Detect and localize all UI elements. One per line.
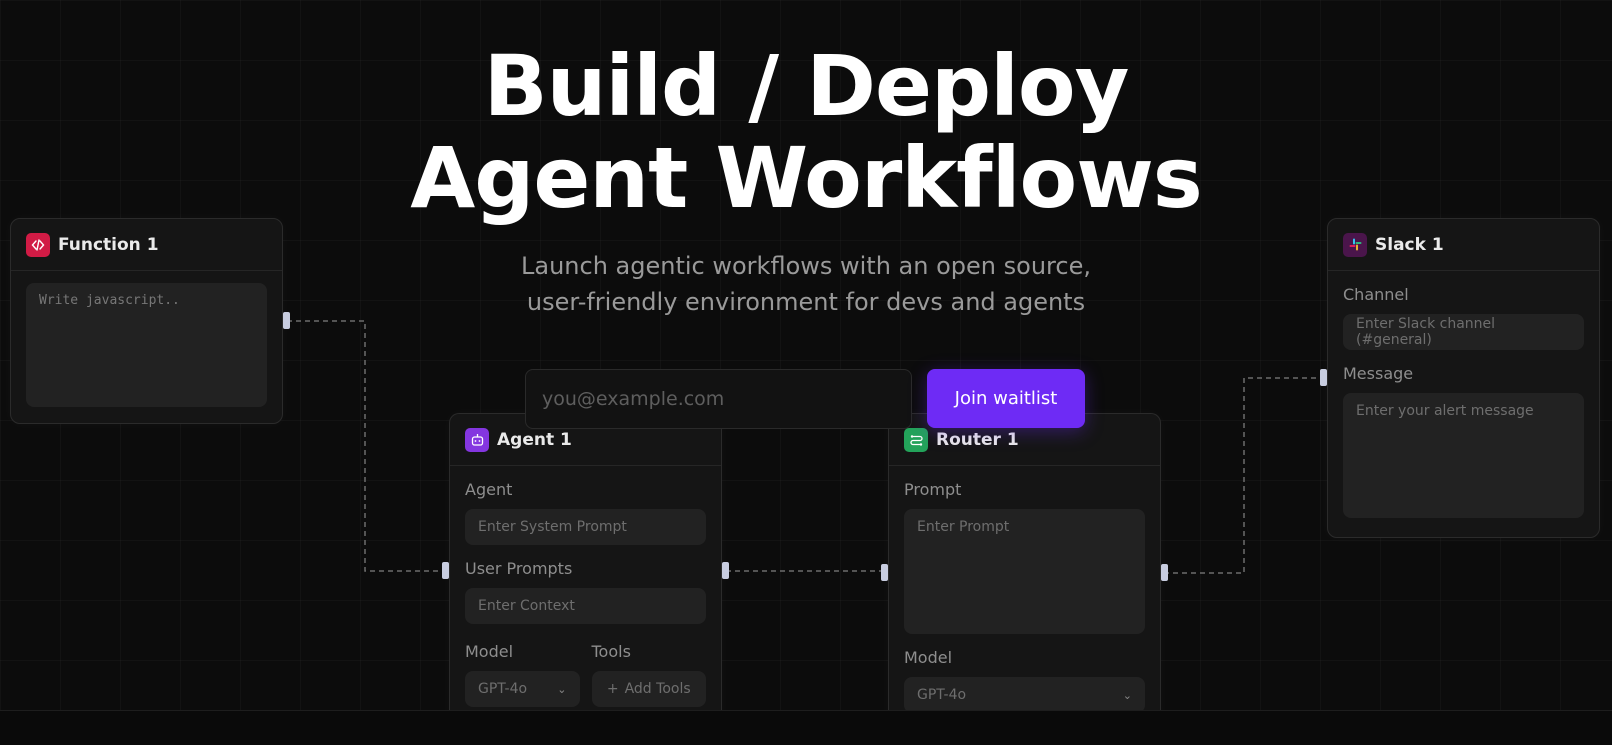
bottom-bar [0,710,1612,745]
router-input-port[interactable] [881,564,888,581]
user-prompts-label: User Prompts [465,559,573,578]
route-icon [904,427,928,452]
model-label: Model [465,642,514,661]
router-prompt-input[interactable]: Enter Prompt [904,509,1145,634]
agent-node-title: Agent 1 [497,429,572,450]
hero-subtitle-line2: user-friendly environment for devs and a… [526,288,1086,316]
connector-function-agent [287,320,444,572]
function-code-editor[interactable]: Write javascript.. [26,283,267,407]
context-input[interactable]: Enter Context [465,588,706,624]
router-node[interactable]: Router 1 Prompt Enter Prompt Model GPT-4… [888,413,1161,733]
agent-node[interactable]: Agent 1 Agent Enter System Prompt User P… [449,413,722,733]
agent-input-port[interactable] [442,562,449,579]
router-model-select[interactable]: GPT-4o ⌄ [904,677,1145,713]
router-model-label: Model [904,648,953,667]
add-tools-button[interactable]: + Add Tools [591,671,706,707]
chevron-down-icon: ⌄ [557,682,567,696]
model-select-value: GPT-4o [478,681,528,697]
function-node[interactable]: Function 1 Write javascript.. [10,218,283,424]
hero-title: Build / Deploy Agent Workflows [306,40,1306,224]
function-output-port[interactable] [283,312,290,329]
function-node-title: Function 1 [58,234,159,255]
agent-label: Agent [465,480,513,499]
slack-icon [1343,232,1367,257]
email-input[interactable] [525,369,912,429]
plus-icon: + [606,681,619,697]
slack-node-title: Slack 1 [1375,234,1444,255]
slack-node-header[interactable]: Slack 1 [1328,219,1599,271]
hero-subtitle: Launch agentic workflows with an open so… [456,248,1156,320]
channel-label: Channel [1343,285,1409,304]
slack-message-input[interactable]: Enter your alert message [1343,393,1584,518]
agent-output-port[interactable] [722,562,729,579]
router-node-title: Router 1 [936,429,1019,450]
chevron-down-icon: ⌄ [1122,688,1132,702]
model-select[interactable]: GPT-4o ⌄ [465,671,580,707]
slack-input-port[interactable] [1320,369,1327,386]
prompt-label: Prompt [904,480,962,499]
tools-label: Tools [591,642,631,661]
hero-subtitle-line1: Launch agentic workflows with an open so… [521,252,1091,280]
code-icon [26,232,50,257]
connector-router-slack [1164,377,1322,574]
system-prompt-input[interactable]: Enter System Prompt [465,509,706,545]
robot-icon [465,427,489,452]
slack-node[interactable]: Slack 1 Channel Enter Slack channel (#ge… [1327,218,1600,538]
router-model-value: GPT-4o [917,687,967,703]
add-tools-label: Add Tools [624,681,691,697]
message-label: Message [1343,364,1414,383]
router-output-port[interactable] [1161,564,1168,581]
hero-title-line1: Build / Deploy [483,37,1130,135]
slack-channel-input[interactable]: Enter Slack channel (#general) [1343,314,1584,350]
hero-title-line2: Agent Workflows [410,129,1203,227]
function-node-header[interactable]: Function 1 [11,219,282,271]
join-waitlist-button[interactable]: Join waitlist [927,369,1085,428]
